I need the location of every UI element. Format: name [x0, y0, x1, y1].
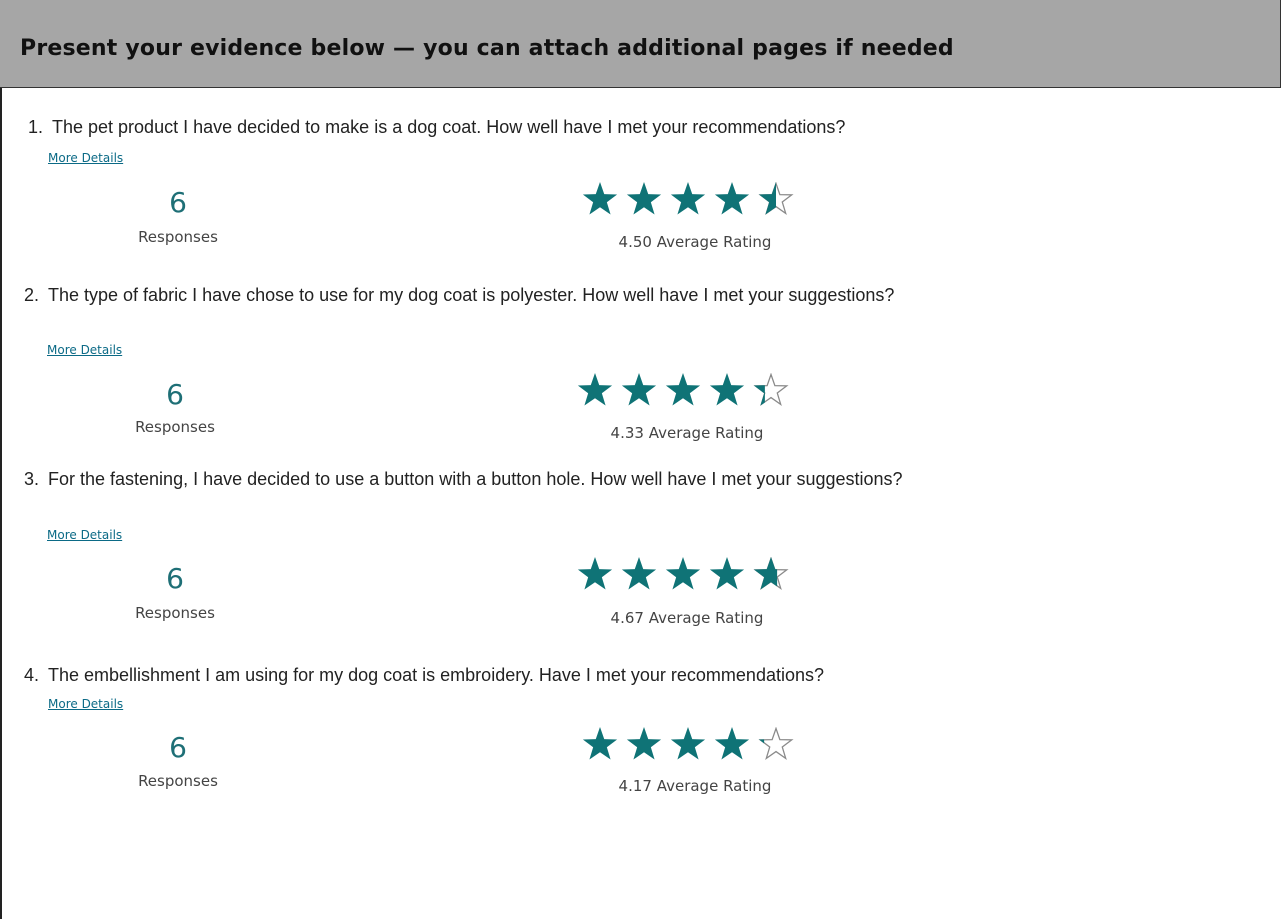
more-details-link[interactable]: More Details: [47, 343, 122, 357]
question-number: 3.: [24, 469, 40, 489]
star-icon: [665, 373, 701, 406]
star-rating-svg: [577, 373, 789, 406]
response-count: 6: [169, 731, 187, 764]
question-text: 3. For the fastening, I have decided to u…: [24, 466, 924, 492]
question-number: 4.: [24, 665, 40, 685]
question-body: The embellishment I am using for my dog …: [48, 665, 824, 685]
star-icon: [621, 557, 657, 590]
star-rating: [578, 727, 818, 763]
response-count: 6: [166, 378, 184, 411]
question-text: 2. The type of fabric I have chose to use…: [24, 282, 924, 308]
star-icon: [670, 182, 706, 215]
question-number: 2.: [24, 285, 40, 305]
star-rating: [578, 182, 818, 218]
average-rating-label: 4.33 Average Rating: [610, 424, 764, 442]
star-icon: [670, 727, 706, 760]
evidence-header: Present your evidence below — you can at…: [0, 0, 1281, 88]
star-icon: [758, 182, 794, 215]
response-count: 6: [166, 562, 184, 595]
question-text: 1. The pet product I have decided to make…: [28, 114, 928, 140]
average-rating-label: 4.67 Average Rating: [610, 609, 764, 627]
star-icon: [714, 182, 750, 215]
star-icon: [577, 373, 613, 406]
star-rating-svg: [577, 557, 789, 590]
average-rating-label: 4.50 Average Rating: [618, 233, 772, 251]
responses-label: Responses: [135, 604, 215, 622]
header-title: Present your evidence below — you can at…: [20, 36, 954, 61]
average-rating-label: 4.17 Average Rating: [618, 777, 772, 795]
star-icon: [753, 557, 789, 590]
star-icon: [582, 727, 618, 760]
star-icon: [626, 182, 662, 215]
question-text: 4. The embellishment I am using for my do…: [24, 662, 924, 688]
more-details-link[interactable]: More Details: [48, 697, 123, 711]
responses-label: Responses: [138, 772, 218, 790]
star-icon: [714, 727, 750, 760]
star-icon: [626, 727, 662, 760]
star-icon: [709, 373, 745, 406]
star-rating-svg: [582, 182, 794, 215]
star-rating: [573, 557, 813, 593]
question-body: The type of fabric I have chose to use f…: [48, 285, 895, 305]
star-icon: [758, 727, 794, 760]
responses-label: Responses: [135, 418, 215, 436]
star-icon: [582, 182, 618, 215]
star-icon: [621, 373, 657, 406]
header-divider: [981, 88, 1281, 90]
question-body: The pet product I have decided to make i…: [52, 117, 846, 137]
star-icon: [665, 557, 701, 590]
more-details-link[interactable]: More Details: [47, 528, 122, 542]
question-body: For the fastening, I have decided to use…: [48, 469, 903, 489]
responses-label: Responses: [138, 228, 218, 246]
star-rating-svg: [582, 727, 794, 760]
star-icon: [753, 373, 789, 406]
question-number: 1.: [28, 117, 44, 137]
star-icon: [709, 557, 745, 590]
star-rating: [573, 373, 813, 409]
response-count: 6: [169, 186, 187, 219]
more-details-link[interactable]: More Details: [48, 151, 123, 165]
star-icon: [577, 557, 613, 590]
